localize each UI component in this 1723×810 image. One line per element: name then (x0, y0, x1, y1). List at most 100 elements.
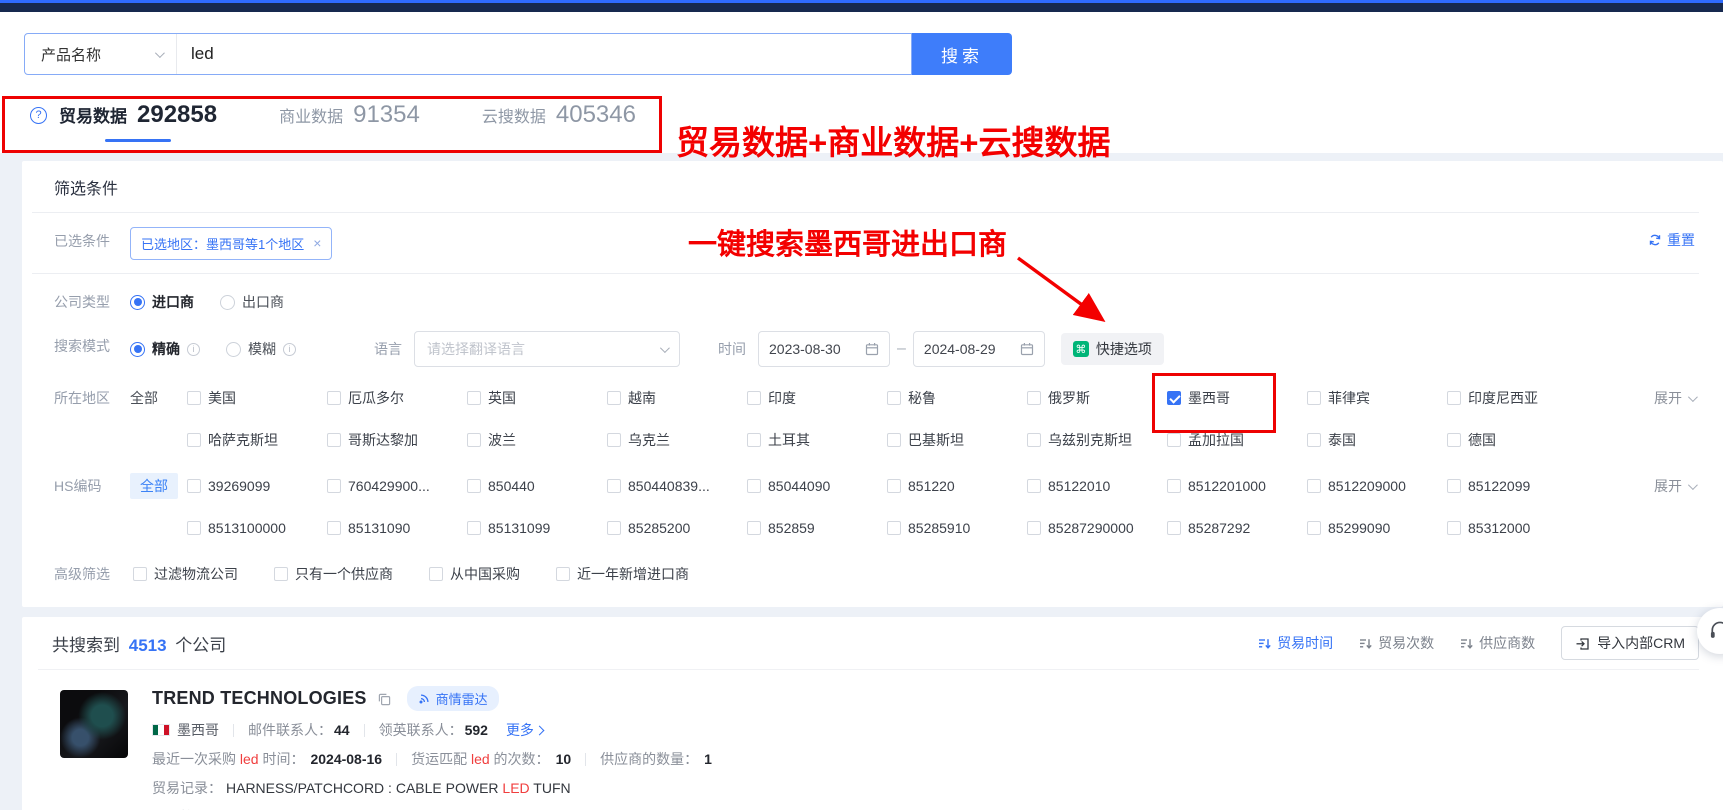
hs-code-checkbox[interactable]: 85287290000 (1027, 520, 1167, 536)
checkbox-label: 85287290000 (1048, 520, 1134, 536)
company-type-radio[interactable]: 出口商 (220, 292, 284, 312)
hs-all-option[interactable]: 全部 (130, 473, 178, 499)
region-checkbox[interactable]: 波兰 (467, 430, 607, 450)
advanced-filter-checkbox[interactable]: 只有一个供应商 (274, 564, 393, 584)
radio-dot (130, 295, 145, 310)
search-category-select[interactable]: 产品名称 (25, 34, 177, 74)
region-checkbox[interactable]: 英国 (467, 388, 607, 408)
hs-code-checkbox[interactable]: 39269099 (187, 478, 327, 494)
search-input[interactable] (177, 34, 911, 74)
checkbox-box (1167, 479, 1181, 493)
tag-close-icon[interactable]: × (313, 236, 321, 250)
company-thumbnail[interactable] (60, 690, 128, 758)
region-checkbox[interactable]: 菲律宾 (1307, 388, 1447, 408)
checkbox-box (1447, 391, 1461, 405)
region-checkbox[interactable]: 秘鲁 (887, 388, 1027, 408)
badge-label: 商情雷达 (436, 689, 488, 708)
region-expand-link[interactable]: 展开 (1654, 388, 1695, 408)
region-checkbox[interactable]: 哥斯达黎加 (327, 430, 467, 450)
email-contacts-count: 44 (334, 722, 350, 738)
checkbox-box (327, 521, 341, 535)
checkbox-box (1027, 391, 1041, 405)
region-checkbox[interactable]: 印度 (747, 388, 887, 408)
data-tab[interactable]: 贸易数据 292858 (59, 101, 217, 129)
checkbox-label: 8512201000 (1188, 478, 1266, 494)
advanced-filter-checkbox[interactable]: 过滤物流公司 (133, 564, 238, 584)
region-checkbox[interactable]: 印度尼西亚 (1447, 388, 1587, 408)
hs-code-checkbox[interactable]: 850440839... (607, 478, 747, 494)
region-checkbox[interactable]: 乌克兰 (607, 430, 747, 450)
company-type-radio[interactable]: 进口商 (130, 292, 194, 312)
import-crm-button[interactable]: 导入内部CRM (1561, 626, 1699, 660)
checkbox-label: 8513100000 (208, 520, 286, 536)
hs-code-checkbox[interactable]: 85131099 (467, 520, 607, 536)
region-checkbox[interactable]: 德国 (1447, 430, 1587, 450)
copy-icon[interactable] (377, 692, 391, 706)
region-checkbox[interactable]: 哈萨克斯坦 (187, 430, 327, 450)
checkbox-box (467, 391, 481, 405)
date-from-picker[interactable]: 2023-08-30 (758, 331, 890, 367)
region-checkbox[interactable]: 美国 (187, 388, 327, 408)
data-tab[interactable]: 云搜数据 405346 (482, 101, 636, 129)
hs-code-checkbox[interactable]: 85131090 (327, 520, 467, 536)
hs-code-checkbox[interactable]: 8512201000 (1167, 478, 1307, 494)
region-all-option[interactable]: 全部 (130, 383, 187, 413)
checkbox-label: 85285910 (908, 520, 970, 536)
search-mode-radio[interactable]: 模糊 (226, 339, 296, 359)
sort-option[interactable]: 贸易次数 (1359, 633, 1434, 653)
checkbox-box (1447, 433, 1461, 447)
region-checkbox[interactable]: 土耳其 (747, 430, 887, 450)
advanced-filter-row: 高级筛选 过滤物流公司 只有一个供应商 从中国采购 (32, 559, 1699, 589)
hs-code-checkbox[interactable]: 85285910 (887, 520, 1027, 536)
advanced-filter-checkbox[interactable]: 从中国采购 (429, 564, 520, 584)
checkbox-label: 85312000 (1468, 520, 1530, 536)
advanced-filter-checkbox[interactable]: 近一年新增进口商 (556, 564, 689, 584)
selected-region-tag[interactable]: 已选地区：墨西哥等1个地区 × (130, 227, 332, 260)
region-checkbox[interactable]: 巴基斯坦 (887, 430, 1027, 450)
business-radar-badge[interactable]: 商情雷达 (407, 686, 499, 711)
quick-options-button[interactable]: 快捷选项 (1061, 333, 1164, 365)
search-bar: 产品名称 搜索 (24, 33, 1723, 75)
hs-code-checkbox[interactable]: 851220 (887, 478, 1027, 494)
more-link[interactable]: 更多 (506, 720, 543, 740)
hs-code-checkbox[interactable]: 8513100000 (187, 520, 327, 536)
hs-code-label: HS编码 (32, 471, 130, 501)
region-checkbox[interactable]: 孟加拉国 (1167, 430, 1307, 450)
hs-code-checkbox[interactable]: 85122099 (1447, 478, 1587, 494)
help-icon[interactable] (30, 107, 47, 124)
tab-count: 91354 (353, 101, 420, 129)
hs-code-checkbox[interactable]: 760429900... (327, 478, 467, 494)
hs-expand-link[interactable]: 展开 (1654, 476, 1695, 496)
language-select[interactable]: 请选择翻译语言 (414, 331, 680, 367)
purchase-date: 2024-08-16 (310, 751, 382, 767)
checkbox-label: 厄瓜多尔 (348, 388, 404, 408)
hs-code-checkbox[interactable]: 852859 (747, 520, 887, 536)
checkbox-box (747, 521, 761, 535)
radio-label: 出口商 (242, 292, 284, 312)
hs-code-checkbox[interactable]: 85285200 (607, 520, 747, 536)
radar-icon (418, 692, 431, 705)
hs-code-checkbox[interactable]: 85044090 (747, 478, 887, 494)
hs-code-checkbox[interactable]: 850440 (467, 478, 607, 494)
region-checkbox[interactable]: 乌兹别克斯坦 (1027, 430, 1167, 450)
hs-code-checkbox[interactable]: 8512209000 (1307, 478, 1447, 494)
data-tab[interactable]: 商业数据 91354 (279, 101, 420, 129)
reset-button[interactable]: 重置 (1648, 230, 1695, 250)
region-checkbox[interactable]: 俄罗斯 (1027, 388, 1167, 408)
search-button[interactable]: 搜索 (912, 33, 1012, 75)
radio-label: 模糊 (248, 339, 276, 359)
sort-option[interactable]: 供应商数 (1460, 633, 1535, 653)
hs-code-checkbox[interactable]: 85122010 (1027, 478, 1167, 494)
date-to-picker[interactable]: 2024-08-29 (913, 331, 1045, 367)
freight-count: 10 (556, 751, 572, 767)
region-checkbox[interactable]: 厄瓜多尔 (327, 388, 467, 408)
region-checkbox[interactable]: 泰国 (1307, 430, 1447, 450)
search-mode-radio[interactable]: 精确 (130, 339, 200, 359)
hs-code-checkbox[interactable]: 85287292 (1167, 520, 1307, 536)
hs-code-checkbox[interactable]: 85299090 (1307, 520, 1447, 536)
hs-code-checkbox[interactable]: 85312000 (1447, 520, 1587, 536)
sort-option[interactable]: 贸易时间 (1258, 633, 1333, 653)
company-name[interactable]: TREND TECHNOLOGIES (152, 688, 367, 709)
region-checkbox[interactable]: 越南 (607, 388, 747, 408)
region-checkbox[interactable]: 墨西哥 (1167, 388, 1307, 408)
